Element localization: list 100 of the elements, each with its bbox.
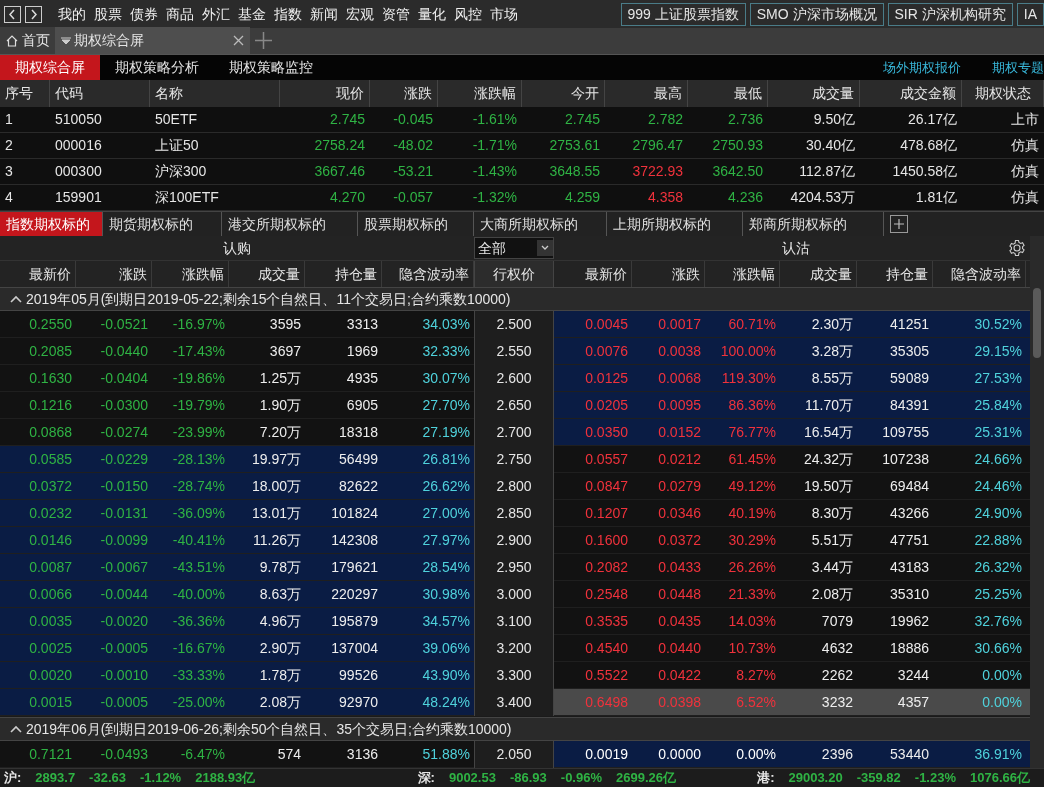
menu-item[interactable]: 债券: [126, 3, 162, 25]
table-cell-text: -36.36%: [171, 611, 226, 631]
put-row[interactable]: 0.6498 0.0398 6.52% 3232 4357 0.00%: [554, 689, 1030, 716]
menu-item[interactable]: 指数: [270, 3, 306, 25]
call-row[interactable]: 0.1216 -0.0300 -19.79% 1.90万 6905 27.70%: [0, 392, 474, 419]
call-row[interactable]: 0.2085 -0.0440 -17.43% 3697 1969 32.33%: [0, 338, 474, 365]
home-icon[interactable]: [5, 33, 19, 48]
put-row[interactable]: 0.0557 0.0212 61.45% 24.32万 107238 24.66%: [554, 446, 1030, 473]
call-row[interactable]: 0.0025 -0.0005 -16.67% 2.90万 137004 39.06%: [0, 635, 474, 662]
put-row[interactable]: 0.0045 0.0017 60.71% 2.30万 41251 30.52%: [554, 311, 1030, 338]
table-cell-text: 18.00万: [250, 476, 302, 496]
close-icon[interactable]: [233, 35, 244, 46]
menu-item[interactable]: 股票: [90, 3, 126, 25]
filter-dropdown[interactable]: 全部: [474, 237, 554, 259]
subnav-tab[interactable]: 期权策略监控: [214, 55, 328, 80]
back-icon[interactable]: [4, 5, 21, 23]
call-row[interactable]: 0.0015 -0.0005 -25.00% 2.08万 92970 48.24%: [0, 689, 474, 716]
table-cell-text: 3313: [345, 314, 379, 334]
call-row[interactable]: 0.0585 -0.0229 -28.13% 19.97万 56499 26.81%: [0, 446, 474, 473]
call-row[interactable]: 0.0066 -0.0044 -40.00% 8.63万 220297 30.98%: [0, 581, 474, 608]
table-cell-text: 10.73%: [727, 638, 777, 658]
table-cell-text: 4204.53万: [789, 188, 856, 207]
dropdown-icon[interactable]: [61, 36, 71, 45]
table-cell-text: -0.0300: [99, 395, 149, 415]
put-row[interactable]: 0.0125 0.0068 119.30% 8.55万 59089 27.53%: [554, 365, 1030, 392]
call-row[interactable]: 0.0146 -0.0099 -40.41% 11.26万 142308 27.97%: [0, 527, 474, 554]
call-row[interactable]: 0.0020 -0.0010 -33.33% 1.78万 99526 43.90%: [0, 662, 474, 689]
table-cell-text: 3.28万: [810, 341, 854, 361]
call-row[interactable]: 0.1630 -0.0404 -19.86% 1.25万 4935 30.07%: [0, 365, 474, 392]
table-cell-text: 34.03%: [421, 314, 471, 334]
call-row[interactable]: 0.0087 -0.0067 -43.51% 9.78万 179621 28.54%: [0, 554, 474, 581]
group-header[interactable]: 2019年06月(到期日2019-06-26;剩余50个自然日、35个交易日;合约乘数10000): [0, 717, 1030, 741]
put-row[interactable]: 0.0019 0.0000 0.00% 2396 53440 36.91%: [554, 741, 1030, 768]
column-header[interactable]: 行权价: [474, 261, 554, 287]
quick-link-button[interactable]: 999 上证股票指数: [620, 2, 746, 26]
put-row[interactable]: 0.5522 0.0422 8.27% 2262 3244 0.00%: [554, 662, 1030, 689]
link[interactable]: 场外期权报价: [883, 57, 961, 78]
group-header[interactable]: 2019年05月(到期日2019-05-22;剩余15个自然日、11个交易日;合约乘数10000): [0, 287, 1030, 311]
table-cell-text: 5.51万: [810, 530, 854, 550]
put-row[interactable]: 0.1600 0.0372 30.29% 5.51万 47751 22.88%: [554, 527, 1030, 554]
menu-item[interactable]: 资管: [378, 3, 414, 25]
call-row[interactable]: 0.0372 -0.0150 -28.74% 18.00万 82622 26.62%: [0, 473, 474, 500]
tab[interactable]: 期权综合屏: [55, 27, 250, 54]
category-tab[interactable]: 指数期权标的: [0, 212, 103, 236]
table-cell-text: 3232: [820, 692, 854, 712]
menu-item[interactable]: 外汇: [198, 3, 234, 25]
put-row[interactable]: 0.1207 0.0346 40.19% 8.30万 43266 24.90%: [554, 500, 1030, 527]
call-row[interactable]: 0.0035 -0.0020 -36.36% 4.96万 195879 34.57%: [0, 608, 474, 635]
table-cell-text: 0.0035: [28, 611, 73, 631]
market-label: 深:: [417, 769, 435, 787]
put-row[interactable]: 0.3535 0.0435 14.03% 7079 19962 32.76%: [554, 608, 1030, 635]
table-cell-text: 0.0076: [584, 341, 629, 361]
strike-cell: 2.600: [474, 365, 554, 392]
table-cell-text: 26.32%: [973, 557, 1023, 577]
put-row[interactable]: 0.0350 0.0152 76.77% 16.54万 109755 25.31%: [554, 419, 1030, 446]
table-cell-text: 0.0146: [28, 530, 73, 550]
table-cell-text: 7079: [820, 611, 854, 631]
menu-item[interactable]: 基金: [234, 3, 270, 25]
put-row[interactable]: 0.0847 0.0279 49.12% 19.50万 69484 24.46%: [554, 473, 1030, 500]
strike-cell: 3.200: [474, 635, 554, 662]
table-cell-text: 574: [276, 744, 302, 764]
put-row[interactable]: 0.4540 0.0440 10.73% 4632 18886 30.66%: [554, 635, 1030, 662]
quick-link-button[interactable]: IA: [1016, 2, 1044, 26]
call-row[interactable]: 0.7121 -0.0493 -6.47% 574 3136 51.88%: [0, 741, 474, 768]
menu-item[interactable]: 市场: [486, 3, 522, 25]
menu-item[interactable]: 商品: [162, 3, 198, 25]
menu-item[interactable]: 宏观: [342, 3, 378, 25]
subnav-tab[interactable]: 期权策略分析: [100, 55, 214, 80]
put-row[interactable]: 0.0205 0.0095 86.36% 11.70万 84391 25.84%: [554, 392, 1030, 419]
call-row[interactable]: 0.2550 -0.0521 -16.97% 3595 3313 34.03%: [0, 311, 474, 338]
menu-item[interactable]: 新闻: [306, 3, 342, 25]
subnav-tab[interactable]: 期权综合屏: [0, 55, 100, 80]
table-cell-text: 84391: [889, 395, 930, 415]
table-cell-text: 0.0350: [584, 422, 629, 442]
chevron-icon[interactable]: [10, 295, 22, 303]
scrollbar-thumb[interactable]: [1033, 288, 1041, 358]
settings-icon[interactable]: [1008, 239, 1026, 257]
table-cell-text: -0.0020: [99, 611, 149, 631]
call-row[interactable]: 0.0868 -0.0274 -23.99% 7.20万 18318 27.19%: [0, 419, 474, 446]
put-row[interactable]: 0.2548 0.0448 21.33% 2.08万 35310 25.25%: [554, 581, 1030, 608]
menu-item[interactable]: 风控: [450, 3, 486, 25]
table-cell-text: 34.57%: [421, 611, 471, 631]
put-row[interactable]: 0.0076 0.0038 100.00% 3.28万 35305 29.15%: [554, 338, 1030, 365]
table-cell-text: 25.25%: [973, 584, 1023, 604]
call-row[interactable]: 0.0232 -0.0131 -36.09% 13.01万 101824 27.00%: [0, 500, 474, 527]
chevron-icon[interactable]: [10, 725, 22, 733]
quick-link-button[interactable]: SIR 沪深机构研究: [887, 2, 1013, 26]
link[interactable]: 期权专题: [992, 57, 1044, 78]
put-row[interactable]: 0.2082 0.0433 26.26% 3.44万 43183 26.32%: [554, 554, 1030, 581]
menu-item[interactable]: 我的: [54, 3, 90, 25]
table-cell-text: 2.745: [563, 110, 601, 129]
add-icon[interactable]: [890, 215, 908, 233]
quick-link-button[interactable]: SMO 沪深市场概况: [749, 2, 884, 26]
caret-icon[interactable]: [537, 240, 553, 256]
forward-icon[interactable]: [25, 5, 42, 23]
table-cell-text: 0.0152: [657, 422, 702, 442]
status-value: -359.82: [856, 769, 901, 787]
table-cell-text: 30.40亿: [804, 136, 856, 155]
menu-item[interactable]: 量化: [414, 3, 450, 25]
table-cell-text: 61.45%: [727, 449, 777, 469]
